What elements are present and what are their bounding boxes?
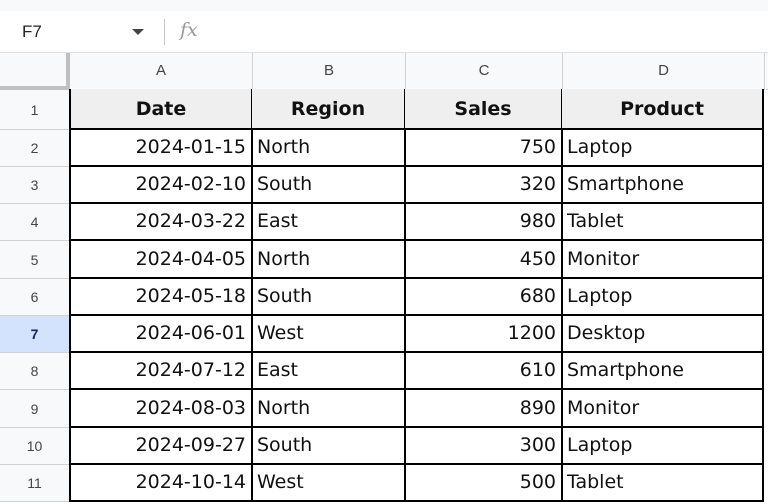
- column-header-b[interactable]: B: [253, 53, 406, 90]
- fx-icon: fx: [180, 19, 198, 41]
- cell-region[interactable]: North: [252, 129, 406, 167]
- cell-product[interactable]: Tablet: [562, 203, 764, 241]
- toolbar-strip: [0, 0, 768, 11]
- cell-product[interactable]: Monitor: [562, 389, 764, 428]
- cell-date[interactable]: 2024-07-12: [69, 352, 253, 390]
- cell-product[interactable]: Monitor: [562, 240, 764, 279]
- header-cell-sales[interactable]: Sales: [405, 89, 563, 130]
- divider: [164, 19, 165, 45]
- cell-sales[interactable]: 500: [405, 464, 563, 502]
- cell-region[interactable]: South: [252, 427, 406, 465]
- row-header-1[interactable]: 1: [0, 90, 70, 130]
- cell-product[interactable]: Smartphone: [562, 166, 764, 204]
- header-cell-date[interactable]: Date: [69, 89, 253, 130]
- cell-sales[interactable]: 890: [405, 389, 563, 428]
- cell-sales[interactable]: 300: [405, 427, 563, 465]
- row-header-6[interactable]: 6: [0, 279, 70, 316]
- column-header-c[interactable]: C: [406, 53, 563, 90]
- cell-date[interactable]: 2024-10-14: [69, 464, 253, 502]
- cell-product[interactable]: Desktop: [562, 315, 764, 353]
- cell-date[interactable]: 2024-04-05: [69, 240, 253, 279]
- row-header-10[interactable]: 10: [0, 428, 70, 465]
- cell-region[interactable]: East: [252, 203, 406, 241]
- cell-product[interactable]: Laptop: [562, 278, 764, 316]
- cell-date[interactable]: 2024-06-01: [69, 315, 253, 353]
- row-header-4[interactable]: 4: [0, 204, 70, 241]
- row-header-9[interactable]: 9: [0, 390, 70, 428]
- cell-sales[interactable]: 1200: [405, 315, 563, 353]
- cell-product[interactable]: Laptop: [562, 427, 764, 465]
- formula-bar: F7 fx: [0, 11, 768, 53]
- cell-region[interactable]: North: [252, 389, 406, 428]
- cell-region[interactable]: North: [252, 240, 406, 279]
- cell-date[interactable]: 2024-01-15: [69, 129, 253, 167]
- cell-sales[interactable]: 980: [405, 203, 563, 241]
- cell-sales[interactable]: 450: [405, 240, 563, 279]
- name-box-dropdown-icon[interactable]: [132, 29, 144, 35]
- row-header-11[interactable]: 11: [0, 465, 70, 502]
- cell-date[interactable]: 2024-08-03: [69, 389, 253, 428]
- row-header-7[interactable]: 7: [0, 316, 70, 353]
- row-header-5[interactable]: 5: [0, 241, 70, 279]
- cell-sales[interactable]: 680: [405, 278, 563, 316]
- cell-date[interactable]: 2024-03-22: [69, 203, 253, 241]
- row-header-8[interactable]: 8: [0, 353, 70, 390]
- cell-sales[interactable]: 610: [405, 352, 563, 390]
- cell-region[interactable]: South: [252, 166, 406, 204]
- cell-product[interactable]: Smartphone: [562, 352, 764, 390]
- cell-region[interactable]: South: [252, 278, 406, 316]
- row-header-3[interactable]: 3: [0, 167, 70, 204]
- cell-date[interactable]: 2024-05-18: [69, 278, 253, 316]
- column-header-d[interactable]: D: [563, 53, 765, 90]
- cell-region[interactable]: West: [252, 315, 406, 353]
- header-cell-region[interactable]: Region: [252, 89, 406, 130]
- row-header-2[interactable]: 2: [0, 130, 70, 167]
- cell-region[interactable]: East: [252, 352, 406, 390]
- cell-product[interactable]: Laptop: [562, 129, 764, 167]
- column-header-a[interactable]: A: [70, 53, 253, 90]
- name-box[interactable]: F7: [22, 22, 42, 42]
- cell-sales[interactable]: 320: [405, 166, 563, 204]
- cell-region[interactable]: West: [252, 464, 406, 502]
- cell-product[interactable]: Tablet: [562, 464, 764, 502]
- cell-date[interactable]: 2024-02-10: [69, 166, 253, 204]
- header-cell-product[interactable]: Product: [562, 89, 764, 130]
- select-all-corner[interactable]: [0, 53, 70, 90]
- cell-sales[interactable]: 750: [405, 129, 563, 167]
- cell-date[interactable]: 2024-09-27: [69, 427, 253, 465]
